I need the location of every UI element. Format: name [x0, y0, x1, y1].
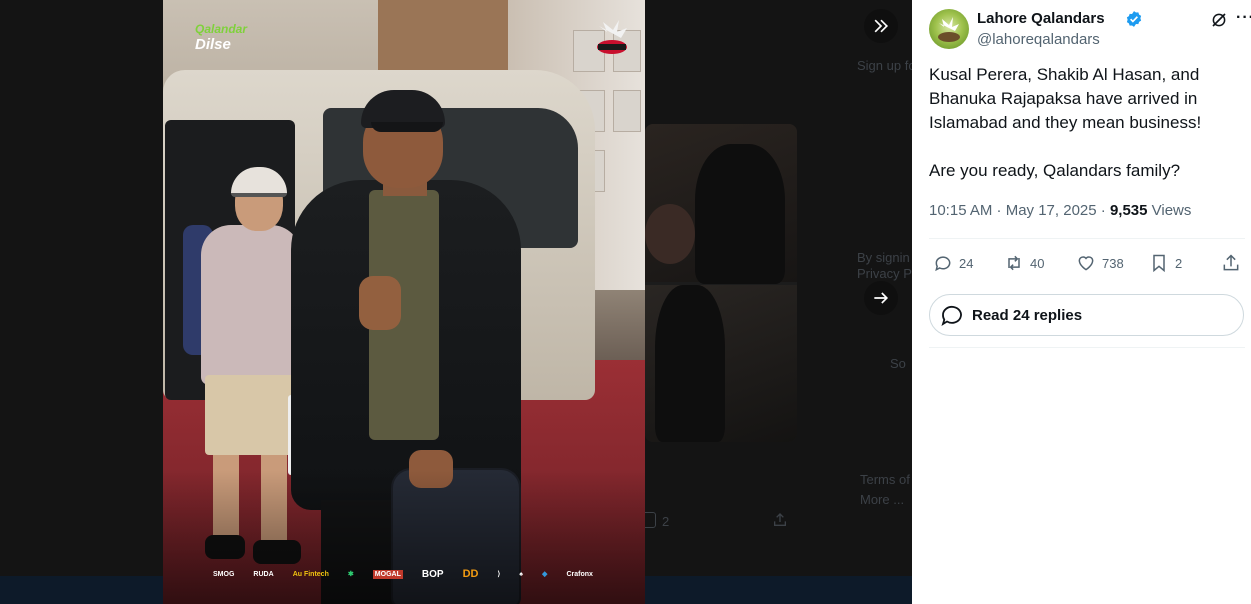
background-figure [695, 144, 785, 284]
media-viewer: Sign up fo By signin Privacy P So Terms … [0, 0, 912, 604]
divider [929, 347, 1245, 348]
repost-count: 40 [1030, 255, 1045, 271]
tweet-text-paragraph: Are you ready, Qalandars family? [929, 161, 1181, 180]
qalandars-avatar-icon [938, 17, 960, 42]
background-figure [655, 285, 725, 442]
collapse-panel-button[interactable] [864, 9, 898, 43]
account-name[interactable]: Lahore Qalandars [977, 10, 1105, 27]
share-icon [1223, 254, 1239, 271]
photo-shorts [205, 375, 297, 455]
grok-icon[interactable] [1210, 11, 1228, 29]
account-handle[interactable]: @lahoreqalandars [977, 31, 1100, 48]
sponsor-logo: ♠ [519, 570, 523, 578]
tweet-views-label: Views [1147, 202, 1192, 219]
tweet-header: Lahore Qalandars @lahoreqalandars ··· [929, 9, 1251, 51]
tweet-action-bar: 24 40 738 2 [929, 250, 1245, 276]
tweet-timestamp[interactable]: 10:15 AM · May 17, 2025 · [929, 202, 1110, 219]
background-image-card [645, 124, 797, 442]
double-chevron-right-icon [874, 19, 889, 33]
background-text: Privacy P [857, 266, 912, 281]
qalandars-logo-icon [593, 18, 631, 58]
repost-button[interactable]: 40 [1004, 250, 1044, 276]
share-button[interactable] [1221, 250, 1247, 276]
tweet-text-paragraph: Kusal Perera, Shakib Al Hasan, and Bhanu… [929, 65, 1202, 132]
background-image-panel [645, 285, 797, 442]
sponsor-logo: DD [462, 568, 479, 580]
background-figure [645, 204, 695, 264]
photo-cap-brim [371, 122, 443, 132]
next-image-button[interactable] [864, 281, 898, 315]
photo-cap [231, 167, 287, 197]
background-share-icon [772, 512, 788, 528]
bookmark-icon [1153, 254, 1165, 273]
background-text: More ... [860, 492, 905, 507]
photo-window [613, 90, 641, 132]
tweet-meta: 10:15 AM · May 17, 2025 · 9,535 Views [929, 202, 1191, 219]
background-count: 2 [662, 514, 670, 529]
background-image-panel [645, 124, 797, 284]
tweet-photo[interactable]: Qalandar Dilse SMOG RUDA Au Fintech ✱ MO… [163, 0, 645, 604]
reply-count: 24 [959, 255, 974, 271]
sponsor-logo: RUDA [253, 570, 274, 578]
photo-brand-mark: Qalandar Dilse [195, 22, 265, 52]
sponsor-logo: Crafonx [566, 570, 593, 578]
reply-button[interactable]: 24 [933, 250, 973, 276]
photo-thumbs-up [359, 276, 401, 330]
reply-icon [935, 256, 951, 272]
read-replies-label: Read 24 replies [972, 306, 1083, 324]
like-count: 738 [1102, 255, 1124, 271]
reply-icon [941, 305, 962, 327]
photo-brand-line1: Qalandar [195, 22, 248, 36]
tweet-views-count: 9,535 [1109, 202, 1148, 219]
background-text: Terms of S [860, 472, 912, 487]
photo-brand-line2: Dilse [195, 36, 231, 53]
photo-sponsor-strip: SMOG RUDA Au Fintech ✱ MOGAL BOP DD ⟩ ♠ … [213, 562, 593, 586]
background-text: By signin [857, 250, 910, 265]
sponsor-logo: ⟩ [497, 571, 501, 578]
sponsor-logo: SMOG [213, 570, 235, 578]
tweet-detail-panel: Lahore Qalandars @lahoreqalandars ··· Ku… [912, 0, 1251, 604]
sponsor-logo: Au Fintech [292, 570, 329, 578]
heart-icon [1078, 256, 1094, 271]
sponsor-logo: MOGAL [372, 569, 403, 579]
avatar[interactable] [929, 9, 969, 49]
like-button[interactable]: 738 [1076, 250, 1124, 276]
arrow-right-icon [874, 292, 889, 304]
more-icon[interactable]: ··· [1236, 10, 1251, 29]
sponsor-logo: BOP [421, 568, 444, 580]
bookmark-count: 2 [1175, 255, 1183, 271]
read-replies-button[interactable]: Read 24 replies [929, 294, 1244, 336]
verified-badge-icon [1126, 11, 1142, 27]
background-text: So [890, 356, 906, 371]
background-text: Sign up fo [857, 58, 912, 73]
photo-pillar [378, 0, 508, 80]
sponsor-logo: ◆ [542, 571, 548, 578]
divider [929, 238, 1245, 239]
bookmark-button[interactable]: 2 [1149, 250, 1182, 276]
sponsor-logo: ✱ [347, 571, 354, 578]
photo-torso [201, 225, 301, 385]
tweet-text: Kusal Perera, Shakib Al Hasan, and Bhanu… [929, 63, 1245, 183]
repost-icon [1008, 255, 1020, 271]
